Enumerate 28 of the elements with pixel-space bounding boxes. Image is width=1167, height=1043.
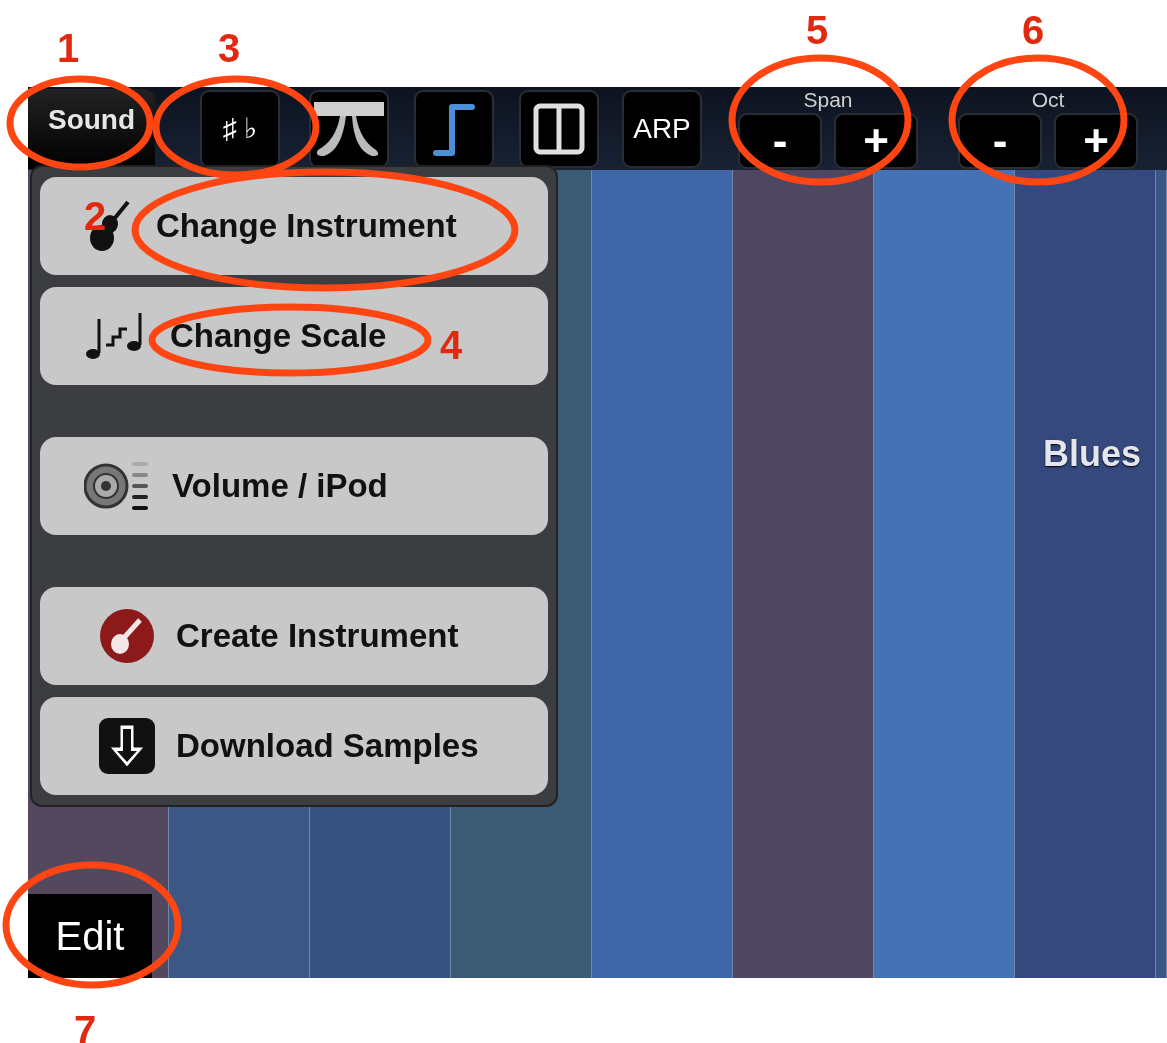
callout-number: 6: [1022, 10, 1045, 50]
guitar-badge-icon: [98, 608, 156, 664]
menu-item[interactable]: Create Instrument: [40, 587, 548, 685]
callout-number: 5: [806, 10, 829, 50]
plus-button[interactable]: +: [1054, 112, 1138, 169]
menu-item[interactable]: Download Samples: [40, 697, 548, 795]
stepper-label: Span: [803, 88, 853, 110]
download-icon: [98, 717, 156, 775]
key-strip[interactable]: [1015, 170, 1156, 978]
minus-button[interactable]: -: [738, 112, 822, 169]
plus-button[interactable]: +: [834, 112, 918, 169]
callout-number: 2: [84, 196, 107, 236]
callout-number: 1: [57, 28, 80, 68]
callout-number: 4: [440, 325, 463, 365]
toolbar-button[interactable]: [309, 89, 389, 168]
menu-item[interactable]: Volume / iPod: [40, 437, 548, 535]
toolbar-button[interactable]: [519, 89, 599, 168]
toolbar-button[interactable]: ARP: [622, 89, 702, 168]
key-strip[interactable]: [1156, 170, 1167, 978]
toolbar-button[interactable]: ♯ ♭: [200, 89, 280, 168]
scale-label: Blues: [1043, 432, 1142, 476]
minus-button[interactable]: -: [958, 112, 1042, 169]
toolbar-button[interactable]: [414, 89, 494, 168]
split-view-icon: [533, 102, 585, 155]
callout-number: 3: [218, 28, 241, 68]
edit-button[interactable]: Edit: [28, 894, 152, 978]
stepper-label: Oct: [1031, 88, 1065, 110]
piano-pedal-icon: [312, 99, 386, 158]
